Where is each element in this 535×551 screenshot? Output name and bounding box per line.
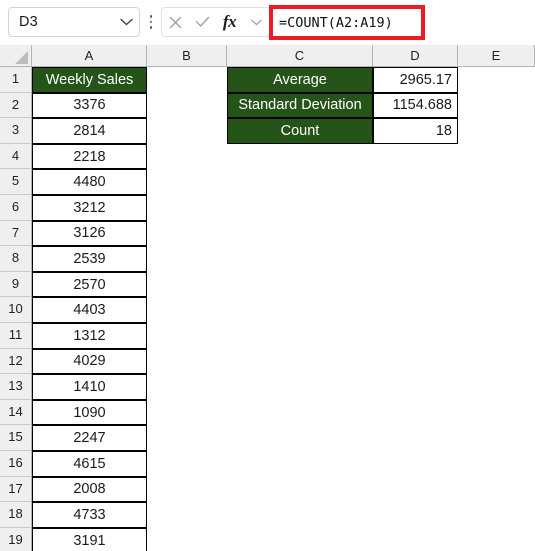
cell-a17[interactable]: 2008 bbox=[32, 476, 147, 503]
cancel-x-icon[interactable] bbox=[162, 8, 189, 36]
cell-d3-stat-value[interactable]: 18 bbox=[373, 118, 458, 144]
cell-a4[interactable]: 2218 bbox=[32, 143, 147, 170]
row-header-19[interactable]: 19 bbox=[0, 528, 31, 551]
select-all-triangle-icon bbox=[15, 51, 28, 64]
row-header-11[interactable]: 11 bbox=[0, 323, 31, 349]
row-header-14[interactable]: 14 bbox=[0, 400, 31, 426]
chevron-down-icon[interactable] bbox=[113, 18, 139, 26]
row-header-9[interactable]: 9 bbox=[0, 272, 31, 298]
cell-a9[interactable]: 2570 bbox=[32, 271, 147, 298]
row-header-6[interactable]: 6 bbox=[0, 195, 31, 221]
row-header-15[interactable]: 15 bbox=[0, 425, 31, 451]
column-header-d[interactable]: D bbox=[373, 45, 458, 66]
insert-function-icon[interactable]: fx bbox=[216, 8, 243, 36]
row-header-18[interactable]: 18 bbox=[0, 502, 31, 528]
row-header-8[interactable]: 8 bbox=[0, 246, 31, 272]
spreadsheet-grid[interactable]: ABCDE 1234567891011121314151617181920 We… bbox=[0, 45, 535, 551]
row-header-7[interactable]: 7 bbox=[0, 221, 31, 247]
cell-a10[interactable]: 4403 bbox=[32, 297, 147, 323]
cell-c2-stat-label[interactable]: Standard Deviation bbox=[227, 92, 373, 119]
column-header-e[interactable]: E bbox=[458, 45, 535, 66]
row-header-12[interactable]: 12 bbox=[0, 349, 31, 375]
name-box[interactable]: D3 bbox=[8, 7, 140, 37]
cell-a14[interactable]: 1090 bbox=[32, 399, 147, 426]
cell-a19[interactable]: 3191 bbox=[32, 527, 147, 551]
cell-a8[interactable]: 2539 bbox=[32, 246, 147, 272]
column-header-c[interactable]: C bbox=[227, 45, 373, 66]
cell-c1-stat-label[interactable]: Average bbox=[227, 67, 373, 93]
fx-label: fx bbox=[222, 12, 237, 31]
row-header-4[interactable]: 4 bbox=[0, 144, 31, 170]
select-all-corner[interactable] bbox=[0, 45, 32, 66]
row-header-16[interactable]: 16 bbox=[0, 451, 31, 477]
formula-controls: fx bbox=[161, 7, 271, 37]
cell-a3[interactable]: 2814 bbox=[32, 118, 147, 144]
cell-a1-sales-header[interactable]: Weekly Sales bbox=[32, 67, 147, 93]
cell-c3-stat-label[interactable]: Count bbox=[227, 118, 373, 144]
cell-a12[interactable]: 4029 bbox=[32, 348, 147, 375]
formula-bar-remainder[interactable] bbox=[425, 5, 535, 40]
cell-d2-stat-value[interactable]: 1154.688 bbox=[373, 92, 458, 119]
confirm-check-icon[interactable] bbox=[189, 8, 216, 36]
cell-a2[interactable]: 3376 bbox=[32, 92, 147, 119]
name-box-value: D3 bbox=[19, 14, 38, 30]
cell-a18[interactable]: 4733 bbox=[32, 502, 147, 528]
formula-input[interactable]: =COUNT(A2:A19) bbox=[279, 9, 419, 36]
cell-a5[interactable]: 4480 bbox=[32, 169, 147, 195]
formula-bar: D3 fx =COUNT(A2:A19) bbox=[0, 0, 535, 45]
kebab-dot bbox=[149, 15, 153, 18]
cell-a6[interactable]: 3212 bbox=[32, 195, 147, 221]
row-header-3[interactable]: 3 bbox=[0, 118, 31, 144]
row-header-10[interactable]: 10 bbox=[0, 297, 31, 323]
kebab-dot bbox=[149, 26, 153, 29]
row-header-1[interactable]: 1 bbox=[0, 67, 31, 93]
cell-a13[interactable]: 1410 bbox=[32, 374, 147, 400]
column-header-b[interactable]: B bbox=[147, 45, 227, 66]
row-header-13[interactable]: 13 bbox=[0, 374, 31, 400]
cell-d1-stat-value[interactable]: 2965.17 bbox=[373, 67, 458, 93]
kebab-dot bbox=[149, 20, 153, 24]
row-header-5[interactable]: 5 bbox=[0, 169, 31, 195]
cell-a15[interactable]: 2247 bbox=[32, 425, 147, 451]
row-header-17[interactable]: 17 bbox=[0, 477, 31, 503]
cell-a16[interactable]: 4615 bbox=[32, 451, 147, 477]
cell-a11[interactable]: 1312 bbox=[32, 323, 147, 349]
formula-input-highlight[interactable]: =COUNT(A2:A19) bbox=[269, 5, 425, 40]
formula-bar-chevron-down-icon[interactable] bbox=[243, 8, 270, 36]
cell-a7[interactable]: 3126 bbox=[32, 220, 147, 247]
more-options-icon[interactable] bbox=[146, 12, 156, 32]
row-header-2[interactable]: 2 bbox=[0, 93, 31, 119]
column-header-a[interactable]: A bbox=[32, 45, 147, 66]
